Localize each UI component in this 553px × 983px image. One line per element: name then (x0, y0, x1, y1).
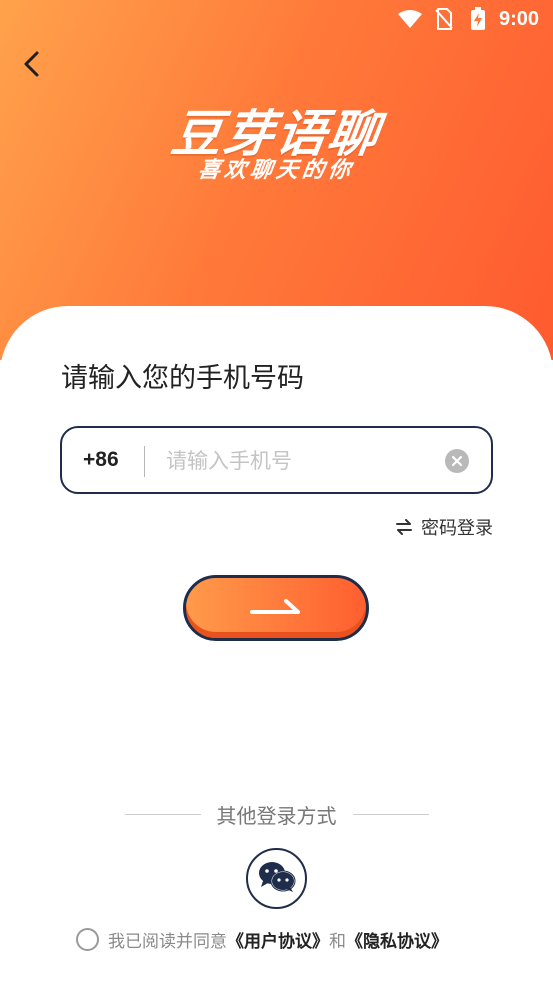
divider-line-right (352, 814, 429, 815)
agreement-prefix: 我已阅读并同意 (108, 932, 227, 952)
chevron-left-icon (22, 50, 42, 82)
phone-input-box[interactable]: +86 (60, 426, 493, 494)
agreement-checkbox[interactable] (76, 928, 99, 951)
password-login-link[interactable]: 密码登录 (395, 514, 493, 540)
app-slogan: 喜欢聊天的你 (196, 158, 356, 183)
other-login-label: 其他登录方式 (216, 804, 337, 828)
wifi-icon (397, 8, 423, 30)
clear-icon (451, 452, 463, 471)
back-button[interactable] (14, 48, 50, 84)
status-bar: 9:00 (0, 0, 553, 38)
no-sim-icon (431, 8, 457, 30)
wechat-icon (257, 860, 297, 898)
country-code[interactable]: +86 (83, 448, 119, 472)
wechat-login-button[interactable] (246, 848, 307, 909)
phone-prompt: 请输入您的手机号码 (61, 363, 304, 394)
user-agreement-link[interactable]: 《用户协议》 (227, 927, 329, 952)
clear-button[interactable] (445, 449, 469, 473)
other-login-divider: 其他登录方式 (0, 800, 553, 829)
divider-line-left (124, 814, 201, 815)
password-login-label: 密码登录 (421, 518, 493, 539)
phone-input[interactable] (166, 442, 436, 480)
status-time: 9:00 (498, 7, 539, 30)
next-button[interactable] (183, 575, 369, 641)
agreement-row: 我已阅读并同意 《用户协议》 和 《隐私协议》 (76, 927, 448, 952)
agreement-conjunction: 和 (329, 932, 346, 952)
arrow-right-icon (250, 596, 302, 620)
divider (144, 446, 145, 477)
privacy-agreement-link[interactable]: 《隐私协议》 (346, 927, 448, 952)
swap-arrows-icon (395, 519, 413, 535)
battery-charging-icon (465, 7, 491, 30)
